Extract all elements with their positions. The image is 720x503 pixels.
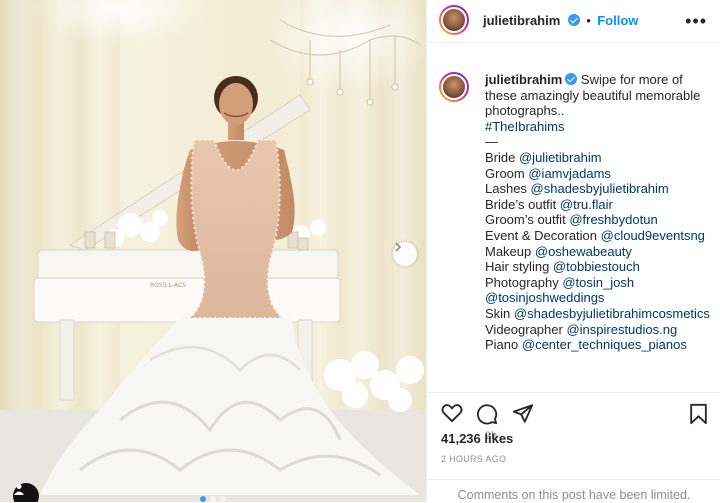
credit-handle-link[interactable]: @tru.flair bbox=[560, 197, 613, 212]
credit-handle-link[interactable]: @tosinjoshweddings bbox=[485, 290, 604, 305]
share-icon[interactable] bbox=[512, 403, 534, 424]
credit-role: Makeup bbox=[485, 243, 532, 259]
credit-line: Videographer @inspirestudios.ng bbox=[485, 322, 715, 338]
credit-role: Hair styling bbox=[485, 259, 550, 275]
user-tag-icon bbox=[14, 484, 24, 495]
caption-text: julietibrahim Swipe for more of these am… bbox=[485, 72, 715, 353]
bookmark-icon[interactable] bbox=[689, 403, 708, 425]
credit-line: Hair styling @tobbiestouch bbox=[485, 259, 715, 275]
credit-handle-link[interactable]: @iamvjadams bbox=[528, 166, 611, 181]
next-photo-button[interactable] bbox=[393, 242, 417, 266]
credit-handle-link[interactable]: @shadesbyjulietibrahim bbox=[531, 181, 669, 196]
credit-line: Photography @tosin_josh bbox=[485, 275, 715, 291]
hashtag-link[interactable]: #TheIbrahims bbox=[485, 119, 715, 135]
credit-role: Videographer bbox=[485, 321, 563, 337]
credit-handle-link[interactable]: @tosin_josh bbox=[562, 275, 634, 290]
verified-badge-icon bbox=[565, 73, 578, 85]
verified-badge-icon bbox=[567, 14, 580, 26]
heart-icon[interactable] bbox=[441, 403, 463, 423]
more-options-icon[interactable]: ••• bbox=[685, 12, 707, 30]
carousel-dot bbox=[210, 496, 216, 502]
credit-handle-link[interactable]: @inspirestudios.ng bbox=[566, 322, 677, 337]
credit-handle-link[interactable]: @freshbydotun bbox=[569, 212, 657, 227]
post-photo[interactable]: ROSS-L-ACS bbox=[0, 0, 426, 502]
caption-dash: — bbox=[485, 134, 498, 150]
credit-handle-link[interactable]: @center_techniques_pianos bbox=[522, 337, 687, 352]
credit-role: Event & Decoration bbox=[485, 227, 598, 243]
credit-role: Lashes bbox=[485, 181, 527, 197]
carousel-dot bbox=[220, 496, 226, 502]
comment-icon[interactable] bbox=[476, 403, 498, 425]
credit-line: @tosinjoshweddings bbox=[485, 290, 715, 306]
caption-username[interactable]: julietibrahim bbox=[485, 72, 562, 87]
caption-avatar[interactable] bbox=[439, 72, 469, 102]
credit-handle-link[interactable]: @oshewabeauty bbox=[535, 244, 632, 259]
carousel-indicator bbox=[200, 496, 226, 502]
post-header: julietibrahim • Follow ••• bbox=[427, 0, 720, 43]
credit-role: Skin bbox=[485, 305, 511, 321]
separator-dot: • bbox=[586, 13, 591, 28]
header-user-row: julietibrahim • Follow bbox=[483, 12, 638, 30]
piano-brand-text: ROSS-L-ACS bbox=[150, 282, 186, 289]
actions-bar: 41,236 likes 2 HOURS AGO Comments on thi… bbox=[427, 392, 720, 503]
credit-line: Groom’s outfit @freshbydotun bbox=[485, 212, 715, 228]
credit-role: Bride bbox=[485, 149, 516, 165]
comments-limited-notice: Comments on this post have been limited. bbox=[427, 479, 720, 503]
credit-handle-link[interactable]: @julietibrahim bbox=[519, 150, 602, 165]
carousel-dot bbox=[200, 496, 206, 502]
likes-count[interactable]: 41,236 likes bbox=[441, 431, 513, 446]
credit-line: Event & Decoration @cloud9eventsng bbox=[485, 228, 715, 244]
credit-handle-link[interactable]: @shadesbyjulietibrahimcosmetics bbox=[514, 306, 710, 321]
credit-role: Piano bbox=[485, 337, 519, 353]
credit-handle-link[interactable]: @tobbiestouch bbox=[553, 259, 640, 274]
post-sidebar: julietibrahim • Follow ••• julietibrahim… bbox=[426, 0, 720, 502]
user-tags-button[interactable] bbox=[13, 483, 39, 502]
credits-list: Bride @julietibrahim Groom @iamvjadams Las… bbox=[485, 150, 715, 353]
credit-role: Photography bbox=[485, 274, 559, 290]
credit-line: Groom @iamvjadams bbox=[485, 166, 715, 182]
credit-role: Groom bbox=[485, 165, 525, 181]
follow-button[interactable]: Follow bbox=[597, 13, 638, 28]
credit-line: Lashes @shadesbyjulietibrahim bbox=[485, 181, 715, 197]
credit-line: Piano @center_techniques_pianos bbox=[485, 337, 715, 353]
avatar[interactable] bbox=[439, 5, 469, 35]
credit-handle-link[interactable]: @cloud9eventsng bbox=[601, 228, 705, 243]
header-username[interactable]: julietibrahim bbox=[483, 13, 560, 28]
credit-line: Skin @shadesbyjulietibrahimcosmetics bbox=[485, 306, 715, 322]
credit-line: Makeup @oshewabeauty bbox=[485, 244, 715, 260]
credit-line: Bride @julietibrahim bbox=[485, 150, 715, 166]
chevron-right-icon bbox=[395, 242, 402, 252]
credit-line: Bride’s outfit @tru.flair bbox=[485, 197, 715, 213]
credit-role: Bride’s outfit bbox=[485, 196, 557, 212]
post-date[interactable]: 2 HOURS AGO bbox=[441, 454, 506, 464]
credit-role: Groom’s outfit bbox=[485, 212, 566, 228]
photo-illustration: ROSS-L-ACS bbox=[0, 0, 426, 502]
